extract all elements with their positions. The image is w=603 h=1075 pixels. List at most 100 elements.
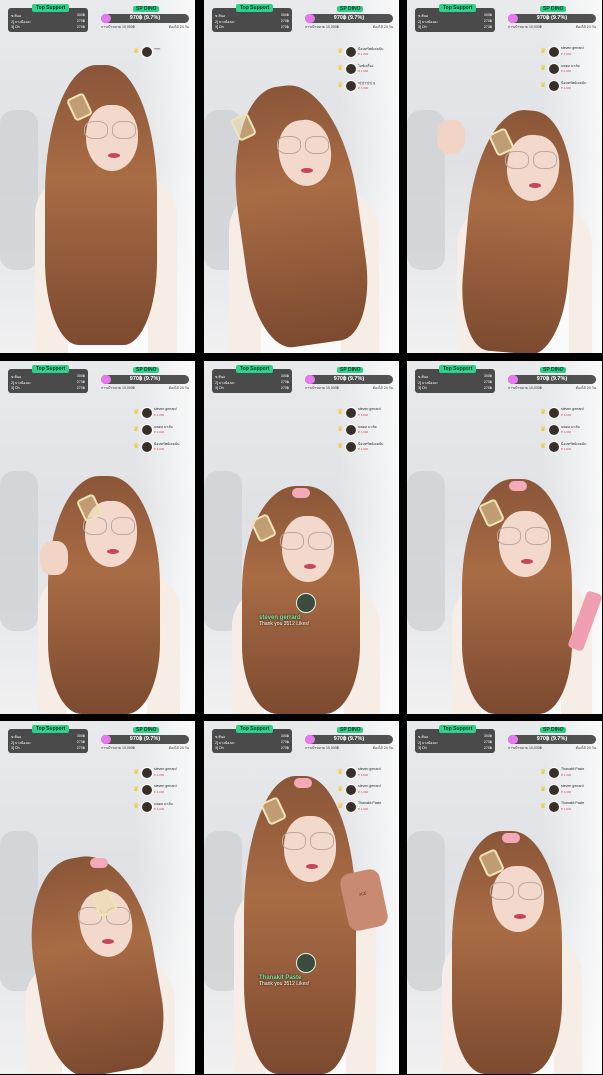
sp-goal-target: การเป้าหมาย 10,000฿ [305,746,339,750]
avatar [345,767,357,779]
avatar [141,46,153,58]
avatar [345,80,357,92]
top-support-panel: Top Support ข ต้นอ 300฿ 2] บางน้องอะ 270฿ 3] … [212,725,292,753]
sp-progress-bar: 970฿ (9.7%) [101,375,189,384]
gifter-stat: ♥ 1,000 [561,86,572,90]
top-support-row: 3] Oh 270฿ [11,25,85,29]
crown-icon: ♛ [540,769,547,776]
gifter-name: steven gerrard [154,784,177,788]
sp-progress-bar: 970฿ (9.7%) [305,735,393,744]
glasses [282,832,338,850]
gifter-row: ♛ ป้อมทรัพย์เคยนับ ♥ 1,000 [337,439,395,456]
glasses [277,136,333,154]
gifter-row: ♛ steven gerrard ♥ 1,000 [133,405,191,422]
crown-icon: ♛ [337,48,344,55]
sp-goal-days: ต้องได้ 24 วัน [168,25,189,29]
crown-icon: ♛ [337,803,344,810]
avatar [548,784,560,796]
glasses [490,882,546,900]
avatar [141,407,153,419]
gifter-stat: ♥ 1,000 [561,447,572,451]
lips [306,864,318,869]
supporter-name: 3] Oh [215,25,224,29]
gifter-name: Thanakit Paste [561,767,585,771]
crown-icon: ♛ [540,65,547,72]
gifter-stat: ♥ 1,000 [358,447,369,451]
gifter-stat: ♥ 1,000 [561,790,572,794]
sp-goal-sub: การเป้าหมาย 10,000฿ ต้องได้ 24 วัน [101,385,189,391]
sp-goal-sub: การเป้าหมาย 10,000฿ ต้องได้ 24 วัน [508,745,596,751]
sp-progress-bar: 970฿ (9.7%) [508,735,596,744]
crown-icon: ♛ [133,409,140,416]
avatar [345,63,357,75]
gifter-row: ♛ นพดล มาลัย ♥ 1,000 [337,422,395,439]
avatar [548,801,560,813]
lips [301,168,313,173]
sp-goal-widget: SP DINO 970฿ (9.7%) การเป้าหมาย 10,000฿ ต้อ… [101,6,189,29]
like-thanks-message: Thanakit Paste Thank you 3512 Likes! [259,975,379,987]
top-support-row: 3] Oh 270฿ [418,25,492,29]
hand [40,541,68,575]
top-support-panel: Top Support ข ต้นอ 300฿ 2] บางน้องอะ 270฿ 3] … [212,4,292,32]
top-support-title: Top Support [32,4,70,12]
sp-progress-bar: 970฿ (9.7%) [101,735,189,744]
sp-goal-widget: SP DINO 970฿ (9.7%) การเป้าหมาย 10,000฿ ต้อ… [508,6,596,29]
supporter-name: 3] Oh [11,25,20,29]
gifter-name: steven gerrard [358,407,381,411]
avatar [548,767,560,779]
crown-icon: ♛ [337,786,344,793]
top-support-title: Top Support [236,725,274,733]
gifter-name: steven gerrard [358,767,381,771]
sp-amount: 970฿ (9.7%) [536,736,568,742]
stream-frame: Top Support ข ต้นอ 300฿ 2] บางน้องอะ 270฿ 3] … [407,0,602,353]
sp-goal-label: SP DINO [337,6,364,12]
supporter-amount: 270฿ [76,746,85,750]
sp-amount: 970฿ (9.7%) [333,736,365,742]
stream-frame: Top Support ข ต้นอ 300฿ 2] บางน้องอะ 270฿ 3] … [407,721,602,1074]
lips [529,183,541,188]
gifter-stat: ♥ 1,000 [561,430,572,434]
top-support-panel: Top Support ข ต้นอ 300฿ 2] บางน้องอะ 270฿ 3] … [415,365,495,393]
top-support-row: 3] Oh 270฿ [418,386,492,390]
gifter-list: ♛ steven gerrard ♥ 1,000 ♛ steven gerrard ♥ 1… [133,765,191,816]
supporter-name: 3] Oh [418,25,427,29]
top-support-title: Top Support [32,365,70,373]
pink-hair-roller [294,778,312,788]
sp-goal-widget: SP DINO 970฿ (9.7%) การเป้าหมาย 10,000฿ ต้อ… [305,6,393,29]
stream-frame: Top Support ข ต้นอ 300฿ 2] บางน้องอะ 270฿ 3] … [0,361,195,714]
gifter-row: ♛ steven gerrard ♥ 1,000 [337,782,395,799]
gifter-row: ♛ ป้อมทรัพย์เคยนับ ♥ 1,000 [337,44,395,61]
gifter-stat: ♥ 1,000 [154,447,165,451]
gifter-row: ♛ นพดล มาลัย ♥ 1,000 [540,422,598,439]
top-support-panel: Top Support ข ต้นอ 300฿ 2] บางน้องอะ 270฿ 3] … [415,4,495,32]
gifter-stat: ♥ 1,000 [561,773,572,777]
sp-goal-target: การเป้าหมาย 10,000฿ [101,386,135,390]
sp-goal-label: SP DINO [337,367,364,373]
sp-goal-label: SP DINO [337,727,364,733]
lips [107,549,119,554]
crown-icon: ♛ [337,443,344,450]
top-support-title: Top Support [439,365,477,373]
sp-goal-target: การเป้าหมาย 10,000฿ [508,386,542,390]
top-support-row: 3] Oh 270฿ [11,746,85,750]
gifter-name: ᴗ͈ᴗ͈ᴗ͈ [154,46,160,50]
gifter-list: ♛ Thanakit Paste ♥ 1,000 ♛ steven gerrard ♥ 1… [540,765,598,816]
gifter-name: steven gerrard [561,46,584,50]
sp-goal-label: SP DINO [133,6,160,12]
sp-goal-target: การเป้าหมาย 10,000฿ [305,25,339,29]
glasses [280,532,336,550]
sp-goal-days: ต้องได้ 24 วัน [575,25,596,29]
sp-amount: 970฿ (9.7%) [333,15,365,21]
hand [437,120,465,154]
gifter-row: ♛ steven gerrard ♥ 1,000 [133,782,191,799]
gifter-stat: ♥ 1,000 [358,52,369,56]
sp-goal-days: ต้องได้ 24 วัน [372,25,393,29]
lips [514,914,526,919]
supporter-amount: 270฿ [280,25,289,29]
gifter-row: ♛ ป้อมทรัพย์เคยนับ ♥ 1,000 [133,439,191,456]
pink-hair-roller [292,488,310,498]
supporter-name: 3] Oh [418,386,427,390]
gifter-name: Thanakit Paste [358,801,382,805]
crown-icon: ♛ [133,803,140,810]
stream-frame: Top Support ข ต้นอ 300฿ 2] บางน้องอะ 270฿ 3] … [204,361,399,714]
